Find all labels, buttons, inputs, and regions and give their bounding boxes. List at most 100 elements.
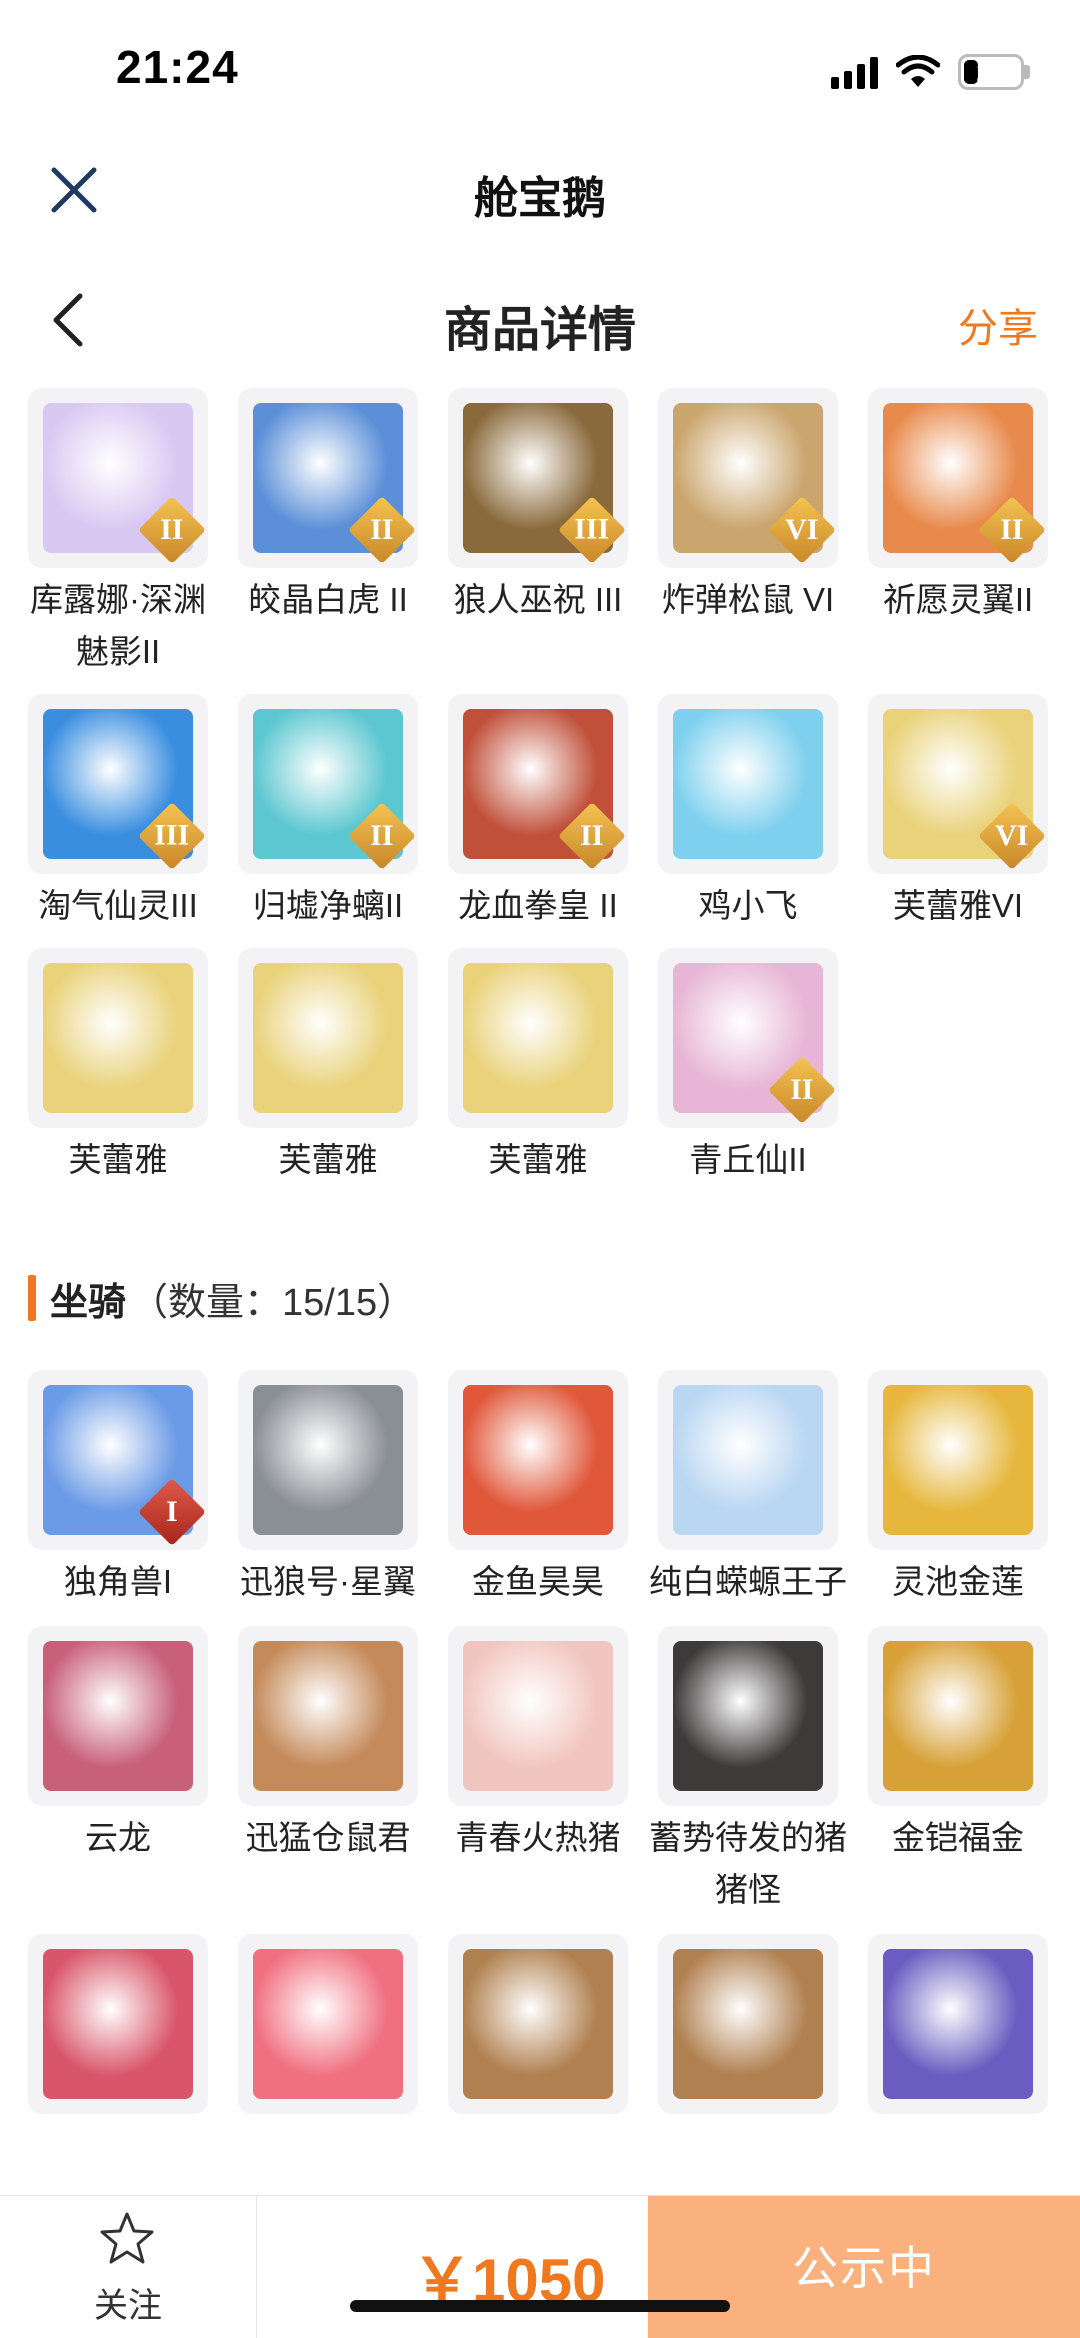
thumbnail: II — [658, 948, 838, 1128]
item-name: 炸弹松鼠 VI — [661, 581, 835, 618]
mount-item[interactable]: 纯白蝾螈王子 — [649, 1370, 847, 1608]
thumbnail — [448, 1934, 628, 2114]
section-label: 坐骑 — [50, 1281, 127, 1324]
rank-badge-label: II — [580, 818, 604, 852]
mount-item[interactable]: 灵池金莲 — [868, 1370, 1048, 1608]
thumbnail: VI — [868, 694, 1048, 874]
pet-portrait-icon — [673, 709, 823, 859]
mount-portrait-icon — [463, 1949, 613, 2099]
item-name: 独角兽I — [63, 1563, 173, 1600]
mount-portrait-icon — [883, 1641, 1033, 1791]
thumbnail: III — [28, 694, 208, 874]
rank-badge-label: II — [370, 818, 394, 852]
pet-portrait-icon — [253, 963, 403, 1113]
nav-bar: 商品详情 分享 — [0, 270, 1080, 370]
thumbnail: VI — [658, 388, 838, 568]
thumbnail: II — [28, 388, 208, 568]
battery-icon: 27 — [958, 54, 1024, 90]
status-time: 21:24 — [116, 41, 239, 93]
mount-item[interactable]: 云龙 — [28, 1626, 208, 1916]
item-name: 皎晶白虎 II — [248, 581, 408, 618]
pet-item[interactable]: VI 芙蕾雅VI — [868, 694, 1048, 932]
rank-badge-label: VI — [785, 513, 819, 546]
star-icon — [100, 2212, 154, 2264]
mount-item[interactable]: 迅狼号·星翼 — [238, 1370, 418, 1608]
thumbnail: III — [448, 388, 628, 568]
mount-item[interactable]: 蓄势待发的猪猪怪 — [649, 1626, 847, 1916]
rank-badge-label: VI — [995, 819, 1029, 852]
share-button[interactable]: 分享 — [958, 296, 1038, 354]
thumbnail — [448, 948, 628, 1128]
pet-item[interactable]: II 皎晶白虎 II — [238, 388, 418, 678]
thumbnail — [238, 948, 418, 1128]
bottom-bar: 关注 ￥1050 公示中 — [0, 2195, 1080, 2338]
pet-portrait-icon — [463, 963, 613, 1113]
pet-item[interactable]: 芙蕾雅 — [448, 948, 628, 1186]
mount-item[interactable] — [448, 1934, 628, 2120]
home-indicator — [350, 2300, 730, 2312]
item-name: 鸡小飞 — [698, 887, 798, 924]
mount-portrait-icon — [253, 1949, 403, 2099]
status-button-label: 公示中 — [792, 2242, 936, 2294]
thumbnail — [28, 948, 208, 1128]
thumbnail — [238, 1370, 418, 1550]
rank-badge-label: II — [160, 512, 184, 546]
battery-level: 27 — [976, 56, 1006, 87]
item-name: 青丘仙II — [689, 1141, 807, 1178]
item-name: 迅猛仓鼠君 — [245, 1819, 411, 1856]
app-bar: 舱宝鹅 — [0, 140, 1080, 240]
app-title: 舱宝鹅 — [474, 174, 606, 223]
item-name: 祈愿灵翼II — [882, 581, 1034, 618]
mount-item[interactable] — [658, 1934, 838, 2120]
thumbnail: II — [448, 694, 628, 874]
pet-item[interactable]: 芙蕾雅 — [238, 948, 418, 1186]
mount-item[interactable] — [868, 1934, 1048, 2120]
mount-portrait-icon — [253, 1641, 403, 1791]
pet-item[interactable]: 鸡小飞 — [658, 694, 838, 932]
mount-item[interactable]: I 独角兽I — [28, 1370, 208, 1608]
rank-badge-label: III — [574, 513, 610, 546]
rank-badge-label: I — [166, 1495, 178, 1528]
thumbnail — [448, 1626, 628, 1806]
pets-grid: II 库露娜·深渊魅影II II 皎晶白虎 II III 狼人巫祝 III VI 炸弹松鼠 V… — [28, 388, 1058, 1186]
thumbnail — [658, 694, 838, 874]
mount-item[interactable] — [238, 1934, 418, 2120]
pet-item[interactable]: II 库露娜·深渊魅影II — [28, 388, 208, 678]
pet-item[interactable]: II 青丘仙II — [658, 948, 838, 1186]
pet-item[interactable]: II 祈愿灵翼II — [868, 388, 1048, 678]
mount-portrait-icon — [43, 1949, 193, 2099]
thumbnail — [658, 1934, 838, 2114]
mount-portrait-icon — [43, 1641, 193, 1791]
item-name: 芙蕾雅 — [488, 1141, 588, 1178]
mount-item[interactable]: 金铠福金 — [868, 1626, 1048, 1916]
mount-item[interactable]: 迅猛仓鼠君 — [238, 1626, 418, 1916]
follow-button[interactable]: 关注 — [0, 2196, 257, 2338]
status-button[interactable]: 公示中 — [648, 2196, 1080, 2338]
item-name: 金铠福金 — [892, 1819, 1024, 1856]
pet-item[interactable]: III 淘气仙灵III — [28, 694, 208, 932]
item-name: 芙蕾雅 — [68, 1141, 168, 1178]
pet-item[interactable]: II 龙血拳皇 II — [448, 694, 628, 932]
item-name: 龙血拳皇 II — [458, 887, 618, 924]
pet-item[interactable]: VI 炸弹松鼠 VI — [658, 388, 838, 678]
mount-portrait-icon — [883, 1949, 1033, 2099]
mount-portrait-icon — [883, 1385, 1033, 1535]
section-accent-bar — [28, 1275, 36, 1321]
thumbnail — [28, 1626, 208, 1806]
thumbnail — [658, 1626, 838, 1806]
pet-item[interactable]: III 狼人巫祝 III — [448, 388, 628, 678]
mounts-grid: I 独角兽I 迅狼号·星翼 金鱼昊昊 纯白蝾螈王子 灵池金莲云龙 迅猛仓鼠君 青春火热猪 蓄势待… — [28, 1370, 1058, 2120]
follow-label: 关注 — [94, 2287, 162, 2325]
thumbnail: I — [28, 1370, 208, 1550]
mount-item[interactable] — [28, 1934, 208, 2120]
item-name: 狼人巫祝 III — [453, 581, 623, 618]
thumbnail — [868, 1370, 1048, 1550]
mount-item[interactable]: 金鱼昊昊 — [448, 1370, 628, 1608]
mount-item[interactable]: 青春火热猪 — [448, 1626, 628, 1916]
item-name: 库露娜·深渊魅影II — [30, 581, 206, 670]
mount-portrait-icon — [253, 1385, 403, 1535]
item-name: 灵池金莲 — [892, 1563, 1024, 1600]
thumbnail: II — [238, 694, 418, 874]
pet-item[interactable]: 芙蕾雅 — [28, 948, 208, 1186]
pet-item[interactable]: II 归墟净螭II — [238, 694, 418, 932]
